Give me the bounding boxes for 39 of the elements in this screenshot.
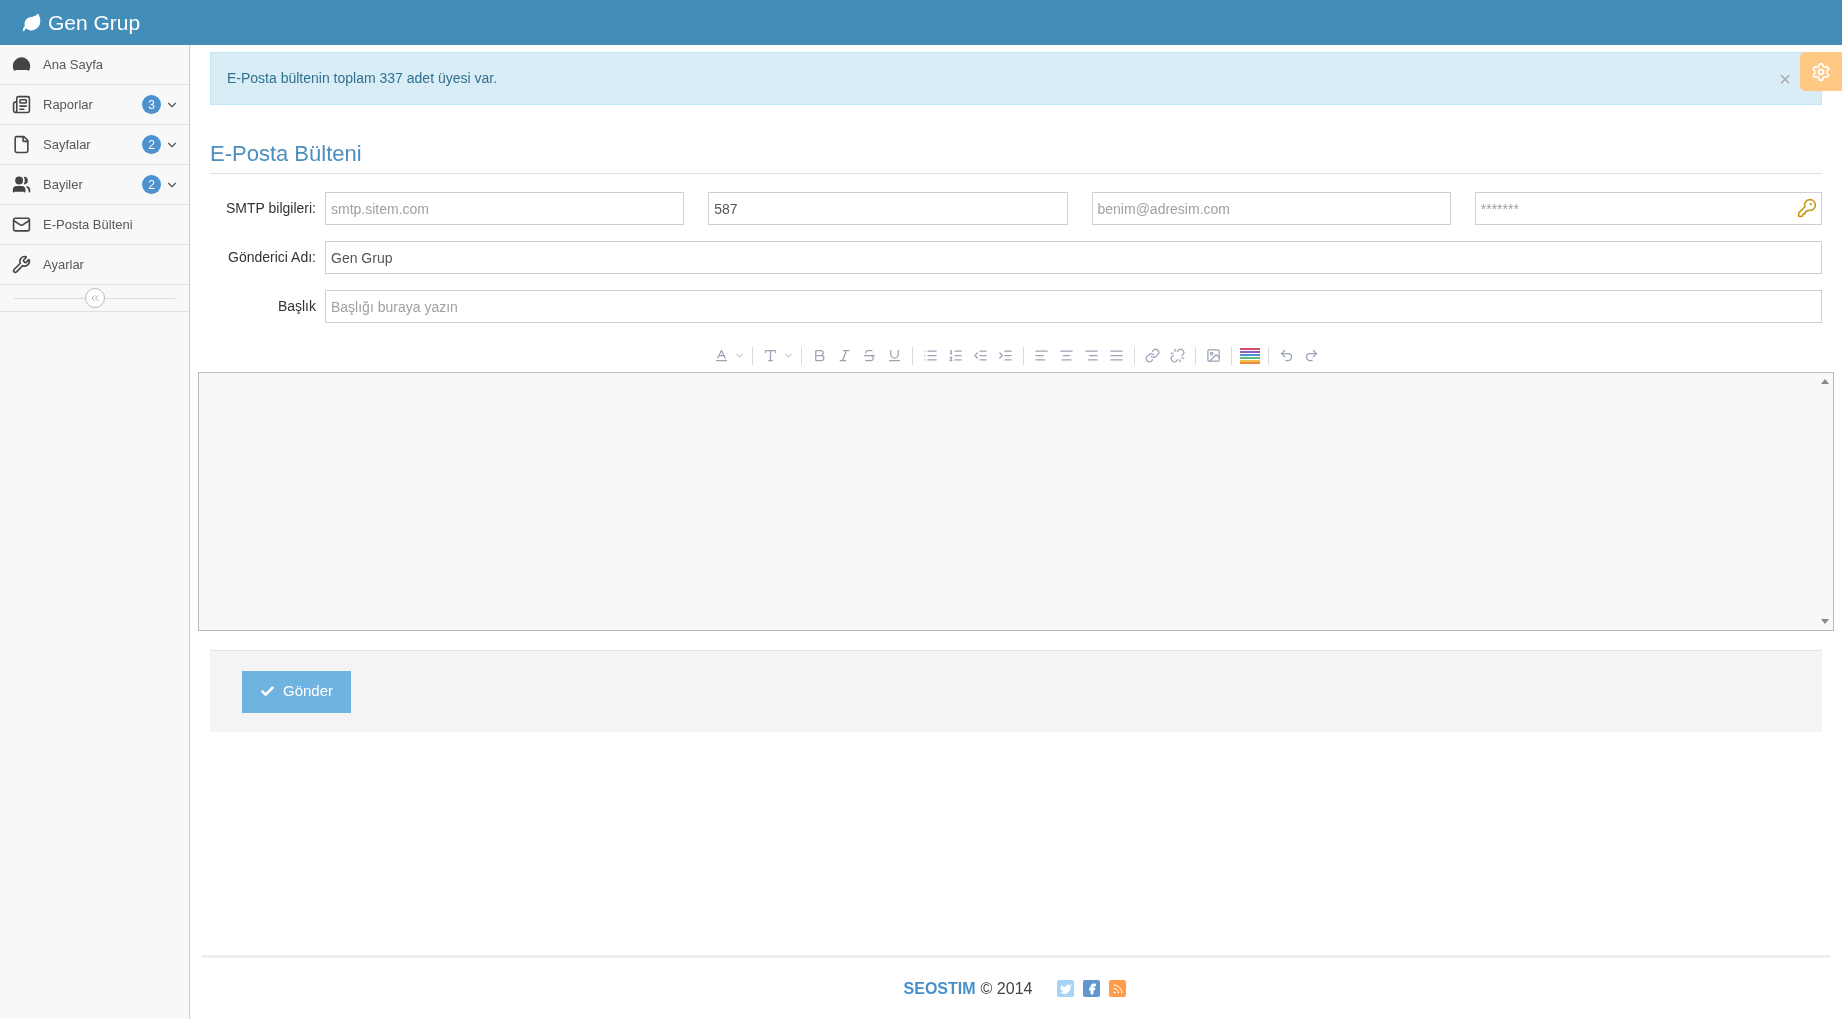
sidebar-item[interactable]: Raporlar 3: [0, 85, 189, 125]
text-field[interactable]: smtp.sitem.com: [325, 192, 685, 225]
sidebar-item[interactable]: Sayfalar 2: [0, 125, 189, 165]
settings-button[interactable]: [1800, 52, 1842, 91]
twitter-icon[interactable]: [1057, 980, 1075, 997]
count-badge: 2: [142, 135, 161, 154]
sidebar-item[interactable]: Ana Sayfa: [0, 45, 189, 85]
field-label: Gönderici Adı:: [227, 248, 317, 267]
leaf-icon: [22, 12, 42, 33]
sidebar-item[interactable]: Bayiler 2: [0, 165, 189, 205]
facebook-icon[interactable]: [1083, 980, 1101, 997]
rss-icon[interactable]: [1109, 980, 1127, 997]
field-label: SMTP bilgileri:: [225, 199, 317, 218]
gear-icon: [1811, 61, 1831, 82]
count-badge: 2: [142, 175, 161, 194]
collapse-button[interactable]: [84, 288, 105, 308]
footer-copyright: © 2014: [980, 978, 1033, 999]
field-label: Başlık: [276, 297, 317, 316]
text-field[interactable]: Gen Grup: [325, 241, 1822, 274]
page-title: E-Posta Bülteni: [210, 137, 1822, 174]
wrench-icon: [12, 255, 31, 274]
alert-text: E-Posta bültenin toplam 337 adet üyesi var.: [227, 69, 499, 88]
footer-brand: SEOSTIM: [903, 978, 976, 999]
brand-name[interactable]: Gen Grup: [48, 6, 141, 39]
sidebar-item[interactable]: Ayarlar: [0, 245, 189, 285]
users-icon: [12, 175, 31, 194]
scroll-up-icon[interactable]: [1821, 379, 1829, 384]
sidebar-item[interactable]: E-Posta Bülteni: [0, 205, 189, 245]
check-icon: [260, 684, 275, 699]
password-field[interactable]: *******: [1474, 192, 1822, 225]
text-field[interactable]: benim@adresim.com: [1091, 192, 1451, 225]
envelope-icon: [12, 215, 31, 234]
text-field[interactable]: Başlığı buraya yazın: [325, 290, 1822, 323]
key-icon: [1797, 198, 1817, 218]
file-icon: [12, 135, 31, 154]
color-palette-icon[interactable]: [1239, 347, 1260, 364]
scroll-down-icon[interactable]: [1821, 619, 1829, 624]
text-field[interactable]: 587: [708, 192, 1068, 225]
count-badge: 3: [142, 95, 161, 114]
